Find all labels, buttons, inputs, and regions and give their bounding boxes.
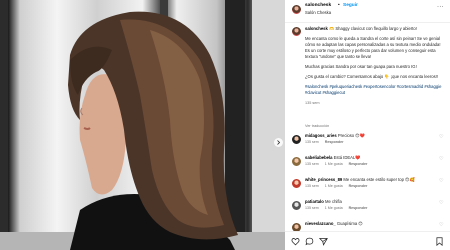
next-photo-button[interactable] (274, 138, 283, 147)
comment-time: 135 sem (305, 140, 319, 144)
caption-line-2: Me encanta como le queda a Sandra el cor… (305, 36, 441, 59)
more-options-button[interactable]: ··· (437, 4, 444, 10)
comment-text: Me encanta este estilo super top 😍🥰 (343, 177, 415, 182)
comment-username[interactable]: nieveslazcano_ (305, 221, 336, 226)
comment-avatar[interactable] (291, 200, 302, 211)
caption-line-3: Muchas gracias Sandra por osar tan guapa… (305, 64, 417, 69)
post-photo (0, 0, 285, 250)
caption-line-4: ¿Os gusta el cambio? Comentamos abajo 👇 … (305, 74, 439, 79)
comment-likes[interactable]: 1 Me gusta (325, 206, 343, 210)
comment-item: white_princess_89 Me encanta este estilo… (285, 177, 450, 197)
header-username[interactable]: salonchesk (305, 3, 331, 8)
heart-icon[interactable]: ♡ (439, 200, 443, 206)
header-separator: • (338, 3, 340, 8)
caption-avatar[interactable] (291, 26, 302, 37)
see-translation-link[interactable]: Ver traducción (305, 124, 329, 128)
follow-button[interactable]: Seguir (343, 3, 358, 8)
heart-icon[interactable]: ♡ (439, 156, 443, 162)
comment-likes[interactable]: 1 Me gusta (325, 162, 343, 166)
avatar[interactable] (291, 4, 302, 15)
post-header: salonchesk • Seguir Salón Cheska ··· (285, 0, 450, 23)
caption-body: salonchesk 🫶 Shaggy clavicut con flequil… (305, 26, 445, 110)
heart-icon[interactable]: ♡ (439, 178, 443, 184)
comment-text: Guapísima 😍 (336, 221, 363, 226)
comment-text: Me chifla (325, 199, 342, 204)
caption-line-1: 🫶 Shaggy clavicut con flequillo largo y … (328, 26, 417, 31)
comment-time: 135 sem (305, 206, 319, 210)
comment-text: Precioso 😍❤️ (337, 133, 365, 138)
reply-button[interactable]: Responder (349, 162, 368, 166)
header-subtitle[interactable]: Salón Cheska (305, 10, 331, 15)
comment-avatar[interactable] (291, 156, 302, 167)
comment-item: sabeliabebela Está IDEAL❤️ 135 sem 1 Me g… (285, 155, 450, 175)
comment-item: patiartalo Me chifla 135 sem 1 Me gusta Re… (285, 199, 450, 219)
comment-likes[interactable]: 1 Me gusta (325, 184, 343, 188)
heart-icon[interactable]: ♡ (439, 134, 443, 140)
chevron-right-icon (277, 140, 281, 145)
photo-scene (0, 0, 285, 250)
comment-icon[interactable] (305, 237, 314, 246)
heart-icon[interactable]: ♡ (439, 222, 443, 228)
comment-avatar[interactable] (291, 178, 302, 189)
action-bar (285, 231, 450, 250)
caption-username[interactable]: salonchesk (305, 26, 328, 31)
share-icon[interactable] (319, 237, 328, 246)
comments-panel: salonchesk • Seguir Salón Cheska ··· sal… (285, 0, 450, 250)
comment-username[interactable]: patiartalo (305, 199, 324, 204)
comment-text: Está IDEAL❤️ (333, 155, 361, 160)
comment-time: 135 sem (305, 184, 319, 188)
caption-timestamp: 135 sem (305, 101, 320, 105)
bookmark-icon[interactable] (435, 237, 444, 246)
reply-button[interactable]: Responder (325, 140, 344, 144)
comment-username[interactable]: midagoss_aries (305, 133, 337, 138)
caption-hashtags[interactable]: #salonchesk #peluqueriachesk #expertosen… (305, 84, 445, 96)
comment-avatar[interactable] (291, 134, 302, 145)
comment-username[interactable]: white_princess_89 (305, 177, 342, 182)
reply-button[interactable]: Responder (349, 206, 368, 210)
comment-time: 135 sem (305, 162, 319, 166)
reply-button[interactable]: Responder (349, 184, 368, 188)
heart-icon[interactable] (291, 237, 300, 246)
comment-username[interactable]: sabeliabebela (305, 155, 332, 160)
comment-item: midagoss_aries Precioso 😍❤️ 135 sem Respo… (285, 133, 450, 153)
